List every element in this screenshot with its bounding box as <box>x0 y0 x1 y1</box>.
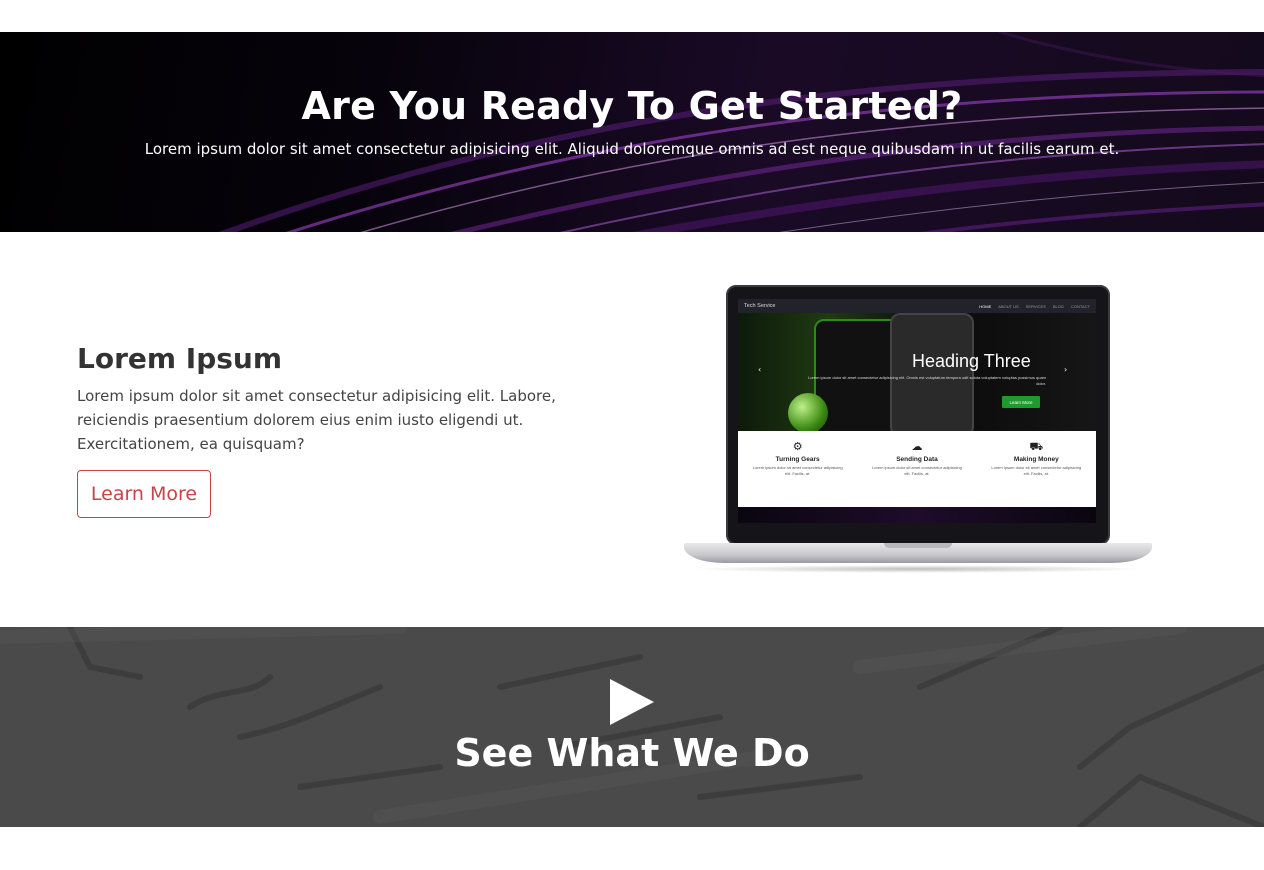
mockup-nav-item: HOME <box>979 303 992 309</box>
laptop-mockup-image: Tech Service HOME ABOUT US SERVICES BLOG… <box>684 285 1152 577</box>
feature-section: Lorem Ipsum Lorem ipsum dolor sit amet c… <box>0 232 1264 627</box>
mockup-chevron-right-icon: › <box>1064 365 1068 374</box>
laptop-screen: Tech Service HOME ABOUT US SERVICES BLOG… <box>738 299 1096 523</box>
hero-title: Are You Ready To Get Started? <box>301 84 963 128</box>
cloud-icon: ☁ <box>911 441 923 453</box>
mockup-navbar: Tech Service HOME ABOUT US SERVICES BLOG… <box>738 299 1096 313</box>
light-streaks-background <box>218 32 1264 232</box>
mockup-feature-title: Sending Data <box>896 456 938 463</box>
mockup-nav-item: ABOUT US <box>998 303 1019 309</box>
mockup-green-sphere <box>788 393 828 431</box>
mockup-footer-band <box>738 507 1096 523</box>
mockup-brand: Tech Service <box>744 303 776 309</box>
mockup-features: ⚙ Turning Gears Lorem ipsum dolor sit am… <box>738 431 1096 507</box>
mockup-carousel: ‹ › Heading Three Lorem ipsum dolor sit … <box>738 313 1096 431</box>
learn-more-button[interactable]: Learn More <box>77 470 211 518</box>
bottom-spacer <box>0 827 1264 870</box>
top-spacer <box>0 0 1264 32</box>
mockup-nav-links: HOME ABOUT US SERVICES BLOG CONTACT <box>979 304 1090 309</box>
hero-subtitle: Lorem ipsum dolor sit amet consectetur a… <box>144 140 1120 158</box>
mockup-chevron-left-icon: ‹ <box>758 365 762 374</box>
gear-icon: ⚙ <box>792 441 803 453</box>
mockup-feature-title: Turning Gears <box>775 456 820 463</box>
cart-icon: ⛟ <box>1029 441 1044 453</box>
mockup-slide-heading: Heading Three <box>912 351 1031 371</box>
laptop-notch <box>884 543 952 548</box>
mockup-phone-back <box>890 313 974 431</box>
play-icon[interactable] <box>608 677 656 727</box>
mockup-slide-button: Learn More <box>1002 396 1040 408</box>
video-section: See What We Do <box>0 627 1264 827</box>
mockup-feature-item: ☁ Sending Data Lorem ipsum dolor sit ame… <box>869 441 965 507</box>
mockup-slide-caption: Lorem ipsum dolor sit amet consectetur a… <box>808 375 1046 386</box>
mockup-nav-item: BLOG <box>1052 303 1064 309</box>
cta-hero-section: Are You Ready To Get Started? Lorem ipsu… <box>0 32 1264 232</box>
feature-text: Lorem ipsum dolor sit amet consectetur a… <box>77 387 556 453</box>
mockup-feature-item: ⚙ Turning Gears Lorem ipsum dolor sit am… <box>750 441 846 507</box>
mockup-nav-item: SERVICES <box>1025 303 1046 309</box>
feature-heading: Lorem Ipsum <box>77 342 283 375</box>
blurred-sketch-background <box>0 627 1264 827</box>
video-title: See What We Do <box>454 731 810 775</box>
mockup-feature-title: Making Money <box>1013 456 1059 463</box>
mockup-feature-text: Lorem ipsum dolor sit amet consectetur a… <box>872 465 962 476</box>
laptop-shadow <box>690 565 1146 573</box>
mockup-nav-item: CONTACT <box>1070 303 1090 309</box>
mockup-feature-text: Lorem ipsum dolor sit amet consectetur a… <box>752 465 843 476</box>
mockup-feature-text: Lorem ipsum dolor sit amet consectetur a… <box>991 465 1082 476</box>
mockup-feature-item: ⛟ Making Money Lorem ipsum dolor sit ame… <box>988 441 1084 507</box>
